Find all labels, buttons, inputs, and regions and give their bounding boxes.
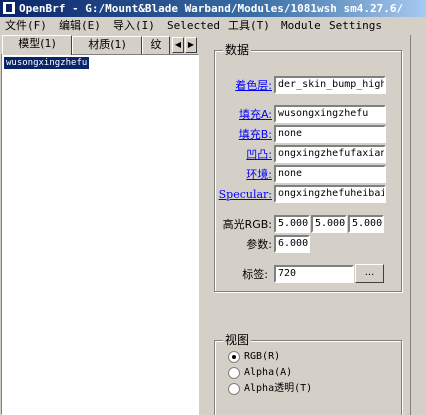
- list-item[interactable]: wusongxingzhefu: [4, 57, 90, 69]
- window-title: OpenBrf - G:/Mount&Blade Warband/Modules…: [19, 2, 404, 15]
- fill-b-link[interactable]: 填充B:: [224, 127, 272, 143]
- spec-rgb-label: 高光RGB:: [222, 218, 272, 231]
- menu-bar: 文件(F) 编辑(E) 导入(I) Selected 工具(T) Module …: [0, 17, 426, 35]
- left-tab-bar: 模型(1) 材质(1) 纹 ◀ ▶: [0, 35, 200, 55]
- tag-field[interactable]: 720: [274, 265, 354, 283]
- spec-r-field[interactable]: 5.000: [274, 215, 310, 233]
- panel-splitter[interactable]: [200, 35, 205, 415]
- app-icon: [2, 1, 16, 15]
- view-option-alpha-label: Alpha(A): [244, 367, 293, 378]
- tab-models[interactable]: 模型(1): [2, 35, 72, 55]
- bump-link[interactable]: 凹凸:: [224, 147, 272, 163]
- spec-g-field[interactable]: 5.000: [311, 215, 347, 233]
- view-group: 视图: [214, 333, 402, 415]
- tag-label: 标签:: [242, 268, 268, 281]
- params-field[interactable]: 6.000: [274, 235, 310, 253]
- params-label: 参数:: [246, 238, 272, 251]
- menu-selected[interactable]: Selected: [165, 17, 222, 34]
- radio-alpha-transparent-icon[interactable]: [228, 383, 240, 395]
- fill-a-field[interactable]: wusongxingzhefu: [274, 105, 386, 123]
- radio-rgb-icon[interactable]: [228, 351, 240, 363]
- specular-field[interactable]: ongxingzhefuheibai: [274, 185, 386, 203]
- object-list[interactable]: wusongxingzhefu: [1, 54, 199, 415]
- tab-scroll-left-icon[interactable]: ◀: [172, 37, 184, 53]
- menu-edit[interactable]: 编辑(E): [57, 17, 103, 34]
- bump-field[interactable]: ongxingzhefufaxian: [274, 145, 386, 163]
- fill-b-field[interactable]: none: [274, 125, 386, 143]
- spec-b-field[interactable]: 5.000: [348, 215, 384, 233]
- data-group-title: 数据: [223, 43, 252, 57]
- env-link[interactable]: 环境:: [224, 167, 272, 183]
- radio-alpha-icon[interactable]: [228, 367, 240, 379]
- menu-file[interactable]: 文件(F): [3, 17, 49, 34]
- shader-link[interactable]: 着色层:: [224, 78, 272, 94]
- env-field[interactable]: none: [274, 165, 386, 183]
- menu-settings[interactable]: Settings: [327, 17, 384, 34]
- menu-tools[interactable]: 工具(T): [226, 17, 272, 34]
- title-bar: OpenBrf - G:/Mount&Blade Warband/Modules…: [0, 0, 426, 17]
- view-option-rgb-label: RGB(R): [244, 351, 281, 362]
- menu-import[interactable]: 导入(I): [111, 17, 157, 34]
- tag-browse-button[interactable]: ...: [355, 264, 384, 283]
- right-edge-panel: [410, 35, 426, 415]
- tab-materials[interactable]: 材质(1): [72, 36, 142, 54]
- shader-field[interactable]: der_skin_bump_high: [274, 76, 386, 94]
- specular-link[interactable]: Specular:: [212, 187, 272, 203]
- fill-a-link[interactable]: 填充A:: [224, 107, 272, 123]
- view-option-alpha-transparent-label: Alpha透明(T): [244, 383, 313, 394]
- tab-textures[interactable]: 纹: [142, 36, 170, 54]
- menu-module[interactable]: Module: [279, 17, 323, 34]
- tab-scroll-right-icon[interactable]: ▶: [185, 37, 197, 53]
- view-group-title: 视图: [223, 333, 252, 347]
